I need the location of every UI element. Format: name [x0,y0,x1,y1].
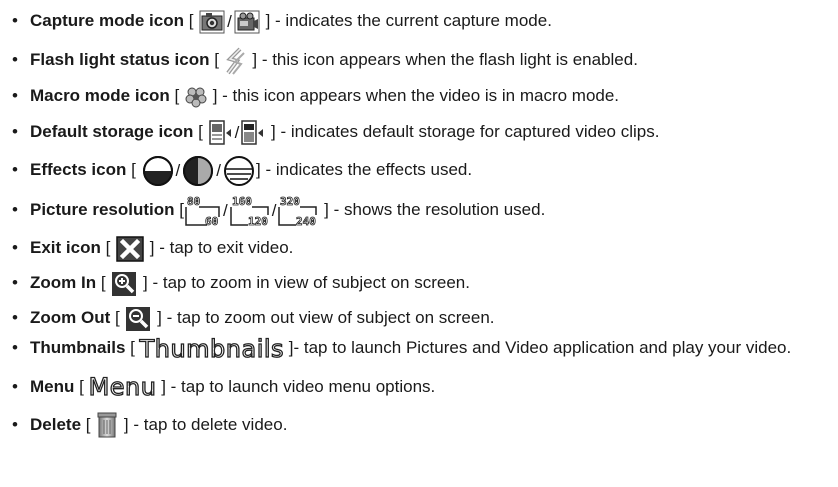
list-item: Macro mode icon [ ] - this icon appears … [8,80,833,112]
item-title: Default storage icon [30,122,194,141]
zoom-out-icon [125,306,151,332]
flash-icon [225,47,247,75]
bracket-open: [ [110,308,125,327]
separator: / [222,200,228,220]
effect-sepia-icon [223,155,255,187]
video-camera-icon [234,10,260,34]
bracket-open: [ [193,122,208,141]
separator: / [234,122,240,142]
effect-normal-icon [142,155,174,187]
item-title: Flash light status icon [30,50,210,69]
resolution-width: 80 [187,195,200,208]
bracket-close: ] [247,50,258,69]
item-description: - tap to zoom in view of subject on scre… [147,273,470,292]
item-title: Effects icon [30,160,127,179]
bracket-close: ] [260,11,271,30]
macro-flower-icon [185,86,207,108]
effect-grayscale-icon [182,155,214,187]
item-description: - shows the resolution used. [328,200,546,219]
resolution-width: 160 [232,195,252,208]
resolution-height: 60 [205,215,218,227]
separator: / [227,11,232,31]
item-title: Exit icon [30,238,101,257]
bracket-open: [ [81,414,96,434]
list-item: Delete [ ] - tap to delete video. [8,410,833,440]
bracket-close: ] [138,273,148,292]
bracket-close: ] [319,200,329,219]
item-description: - indicates the current capture mode. [270,11,552,30]
list-item: Capture mode icon [ / ] - indicates the … [8,6,833,40]
resolution-320x240-icon: 320 240 [278,195,318,227]
separator: / [175,160,181,180]
list-item: Menu [ Menu ] - tap to launch video menu… [8,372,833,402]
thumbnails-icon: Thumbnails [139,334,285,363]
list-item: Flash light status icon [ ] - this icon … [8,43,833,77]
list-item: Picture resolution [8060/160120/320240 ]… [8,191,833,229]
bracket-close: ] [152,308,162,327]
item-description: - indicates the effects used. [260,160,473,179]
list-item: Default storage icon [ / ] - indicates d… [8,115,833,149]
bracket-open: [ [126,160,141,179]
list-item: Thumbnails [ Thumbnails ]- tap to launch… [8,334,833,363]
trash-icon [96,412,118,438]
bracket-open: [ [100,238,116,257]
item-title: Delete [30,414,82,434]
icon-legend-list: Capture mode icon [ / ] - indicates the … [8,6,833,440]
separator: / [271,200,277,220]
list-item: Exit icon [ ] - tap to exit video. [8,232,833,264]
phone-memory-icon [208,119,233,146]
menu-icon: Menu [88,373,157,402]
list-item: Effects icon [ //] - indicates the effec… [8,152,833,188]
resolution-height: 120 [248,215,268,227]
storage-card-icon [241,119,265,146]
bracket-open: [ [96,273,111,292]
item-description: - indicates default storage for captured… [275,122,660,141]
close-icon [116,235,144,262]
resolution-height: 240 [296,215,316,227]
resolution-width: 320 [280,195,300,208]
item-description: - tap to launch video menu options. [165,376,436,396]
item-description: - tap to delete video. [128,414,288,434]
zoom-in-icon [111,271,137,297]
bracket-close: ] [156,376,166,396]
camera-icon [199,10,225,34]
item-description: - this icon appears when the video is in… [217,86,620,105]
bracket-open: [ [74,376,89,396]
item-title: Menu [30,376,75,396]
item-title: Zoom Out [30,308,111,327]
item-description: - this icon appears when the flash light… [257,50,638,69]
separator: / [216,160,221,180]
resolution-80x60-icon: 80 60 [185,195,221,227]
item-title: Capture mode icon [30,11,184,30]
item-description: - tap to exit video. [154,238,294,257]
bracket-open: [ [174,200,184,219]
list-item: Zoom In [ ] - tap to zoom in view of sub… [8,267,833,299]
bracket-open: [ [169,86,184,105]
list-item: Zoom Out [ ] - tap to zoom out view of s… [8,302,833,334]
bracket-close: ] [266,122,276,141]
item-description: - tap to zoom out view of subject on scr… [161,308,495,327]
item-title: Picture resolution [30,200,175,219]
bracket-open: [ [209,50,224,69]
item-title: Zoom In [30,273,97,292]
bracket-open: [ [183,11,199,30]
bracket-open: [ [125,338,140,357]
bracket-close: ] [119,414,129,434]
resolution-160x120-icon: 160 120 [229,195,270,227]
item-title: Macro mode icon [30,86,170,105]
item-title: Thumbnails [30,338,126,357]
item-description: - tap to launch Pictures and Video appli… [293,338,792,357]
